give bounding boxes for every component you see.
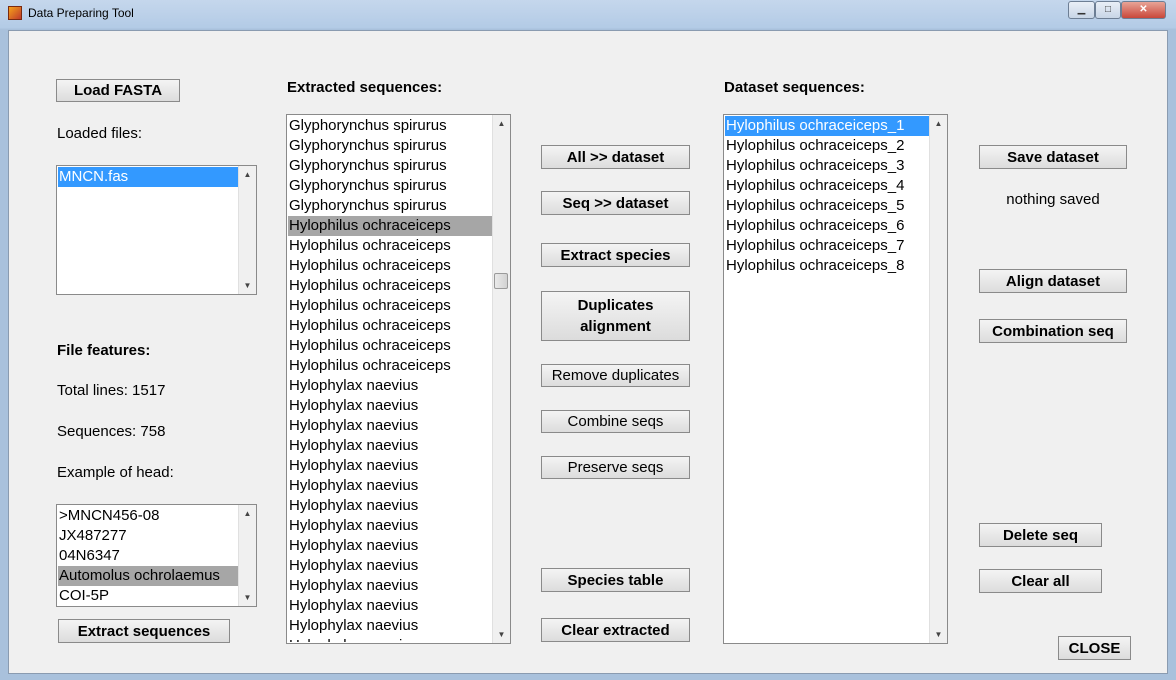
extract-species-button[interactable]: Extract species	[541, 243, 690, 267]
extracted-item[interactable]: Hylophilus ochraceiceps	[288, 316, 492, 336]
title-bar[interactable]: Data Preparing Tool ▁ □ ✕	[0, 0, 1176, 28]
dataset-item[interactable]: Hylophilus ochraceiceps_8	[725, 256, 929, 276]
clear-extracted-button[interactable]: Clear extracted	[541, 618, 690, 642]
client-area: Load FASTA Loaded files: MNCN.fas ▲ ▼ Fi…	[8, 30, 1168, 674]
extracted-item[interactable]: Hylophylax naevius	[288, 496, 492, 516]
combine-seqs-button[interactable]: Combine seqs	[541, 410, 690, 433]
save-dataset-button[interactable]: Save dataset	[979, 145, 1127, 169]
dataset-item[interactable]: Hylophilus ochraceiceps_6	[725, 216, 929, 236]
extracted-sequences-label: Extracted sequences:	[287, 79, 443, 96]
extracted-item[interactable]: Glyphorynchus spirurus	[288, 156, 492, 176]
extracted-item[interactable]: Hylophilus ochraceiceps	[288, 216, 492, 236]
example-head-list[interactable]: >MNCN456-08 JX487277 04N6347 Automolus o…	[56, 504, 257, 607]
loaded-file-item[interactable]: MNCN.fas	[58, 167, 238, 187]
extracted-item[interactable]: Hylophylax naevius	[288, 476, 492, 496]
extracted-item[interactable]: Hylophilus ochraceiceps	[288, 356, 492, 376]
sequences-count-text: Sequences: 758	[57, 423, 166, 440]
dataset-item[interactable]: Hylophilus ochraceiceps_1	[725, 116, 929, 136]
maximize-button[interactable]: □	[1095, 1, 1121, 19]
file-features-label: File features:	[57, 342, 151, 359]
combination-seq-button[interactable]: Combination seq	[979, 319, 1127, 343]
extracted-item[interactable]: Glyphorynchus spirurus	[288, 196, 492, 216]
scroll-up-arrow-icon[interactable]: ▲	[493, 115, 510, 132]
extracted-item[interactable]: Glyphorynchus spirurus	[288, 136, 492, 156]
dataset-item[interactable]: Hylophilus ochraceiceps_2	[725, 136, 929, 156]
dataset-sequences-list[interactable]: Hylophilus ochraceiceps_1 Hylophilus ochr…	[723, 114, 948, 644]
scroll-up-arrow-icon[interactable]: ▲	[239, 505, 256, 522]
extracted-item[interactable]: Hylophylax naevius	[288, 576, 492, 596]
head-item[interactable]: COI-5P	[58, 586, 238, 605]
extracted-item[interactable]: Hylophilus ochraceiceps	[288, 276, 492, 296]
all-to-dataset-button[interactable]: All >> dataset	[541, 145, 690, 169]
preserve-seqs-button[interactable]: Preserve seqs	[541, 456, 690, 479]
loaded-files-list[interactable]: MNCN.fas ▲ ▼	[56, 165, 257, 295]
duplicates-line2: alignment	[580, 318, 651, 335]
extracted-scrollbar[interactable]: ▲ ▼	[492, 115, 510, 643]
dataset-item[interactable]: Hylophilus ochraceiceps_4	[725, 176, 929, 196]
extracted-item[interactable]: Hylophylax naevius	[288, 376, 492, 396]
scroll-up-arrow-icon[interactable]: ▲	[239, 166, 256, 183]
total-lines-text: Total lines: 1517	[57, 382, 166, 399]
extracted-item[interactable]: Hylophylax naevius	[288, 436, 492, 456]
dataset-item[interactable]: Hylophilus ochraceiceps_5	[725, 196, 929, 216]
dataset-item[interactable]: Hylophilus ochraceiceps_3	[725, 156, 929, 176]
matlab-icon	[8, 6, 22, 20]
duplicates-alignment-button[interactable]: Duplicates alignment	[541, 291, 690, 341]
clear-all-button[interactable]: Clear all	[979, 569, 1102, 593]
dataset-item[interactable]: Hylophilus ochraceiceps_7	[725, 236, 929, 256]
example-head-label: Example of head:	[57, 464, 174, 481]
extract-sequences-button[interactable]: Extract sequences	[58, 619, 230, 643]
loaded-files-label: Loaded files:	[57, 125, 143, 142]
extracted-item[interactable]: Hylophylax naevius	[288, 636, 492, 642]
example-head-scrollbar[interactable]: ▲ ▼	[238, 505, 256, 606]
minimize-button[interactable]: ▁	[1068, 1, 1095, 19]
extracted-item[interactable]: Hylophilus ochraceiceps	[288, 256, 492, 276]
extracted-item[interactable]: Hylophylax naevius	[288, 516, 492, 536]
head-item[interactable]: 04N6347	[58, 546, 238, 566]
extracted-item[interactable]: Hylophylax naevius	[288, 536, 492, 556]
close-button[interactable]: CLOSE	[1058, 636, 1131, 660]
extracted-sequences-list[interactable]: Glyphorynchus spirurus Glyphorynchus spir…	[286, 114, 511, 644]
duplicates-line1: Duplicates	[577, 297, 654, 314]
extracted-item[interactable]: Hylophilus ochraceiceps	[288, 296, 492, 316]
load-fasta-button[interactable]: Load FASTA	[56, 79, 180, 102]
extracted-item[interactable]: Glyphorynchus spirurus	[288, 116, 492, 136]
dataset-sequences-label: Dataset sequences:	[724, 79, 865, 96]
app-window: Data Preparing Tool ▁ □ ✕ Load FASTA Loa…	[0, 0, 1176, 680]
delete-seq-button[interactable]: Delete seq	[979, 523, 1102, 547]
extracted-item[interactable]: Hylophylax naevius	[288, 396, 492, 416]
head-item[interactable]: >MNCN456-08	[58, 506, 238, 526]
remove-duplicates-button[interactable]: Remove duplicates	[541, 364, 690, 387]
extracted-item[interactable]: Hylophylax naevius	[288, 596, 492, 616]
scroll-up-arrow-icon[interactable]: ▲	[930, 115, 947, 132]
extracted-item[interactable]: Hylophylax naevius	[288, 616, 492, 636]
save-status-text: nothing saved	[1006, 191, 1100, 208]
extracted-item[interactable]: Hylophilus ochraceiceps	[288, 336, 492, 356]
extracted-item[interactable]: Glyphorynchus spirurus	[288, 176, 492, 196]
window-title: Data Preparing Tool	[28, 6, 134, 20]
scroll-down-arrow-icon[interactable]: ▼	[930, 626, 947, 643]
seq-to-dataset-button[interactable]: Seq >> dataset	[541, 191, 690, 215]
scroll-down-arrow-icon[interactable]: ▼	[239, 589, 256, 606]
extracted-item[interactable]: Hylophilus ochraceiceps	[288, 236, 492, 256]
scroll-thumb[interactable]	[494, 273, 508, 289]
dataset-scrollbar[interactable]: ▲ ▼	[929, 115, 947, 643]
window-close-button[interactable]: ✕	[1121, 1, 1166, 19]
extracted-item[interactable]: Hylophylax naevius	[288, 556, 492, 576]
scroll-down-arrow-icon[interactable]: ▼	[239, 277, 256, 294]
head-item-selected[interactable]: Automolus ochrolaemus	[58, 566, 238, 586]
loaded-files-scrollbar[interactable]: ▲ ▼	[238, 166, 256, 294]
head-item[interactable]: JX487277	[58, 526, 238, 546]
extracted-item[interactable]: Hylophylax naevius	[288, 416, 492, 436]
extracted-item[interactable]: Hylophylax naevius	[288, 456, 492, 476]
align-dataset-button[interactable]: Align dataset	[979, 269, 1127, 293]
scroll-down-arrow-icon[interactable]: ▼	[493, 626, 510, 643]
species-table-button[interactable]: Species table	[541, 568, 690, 592]
